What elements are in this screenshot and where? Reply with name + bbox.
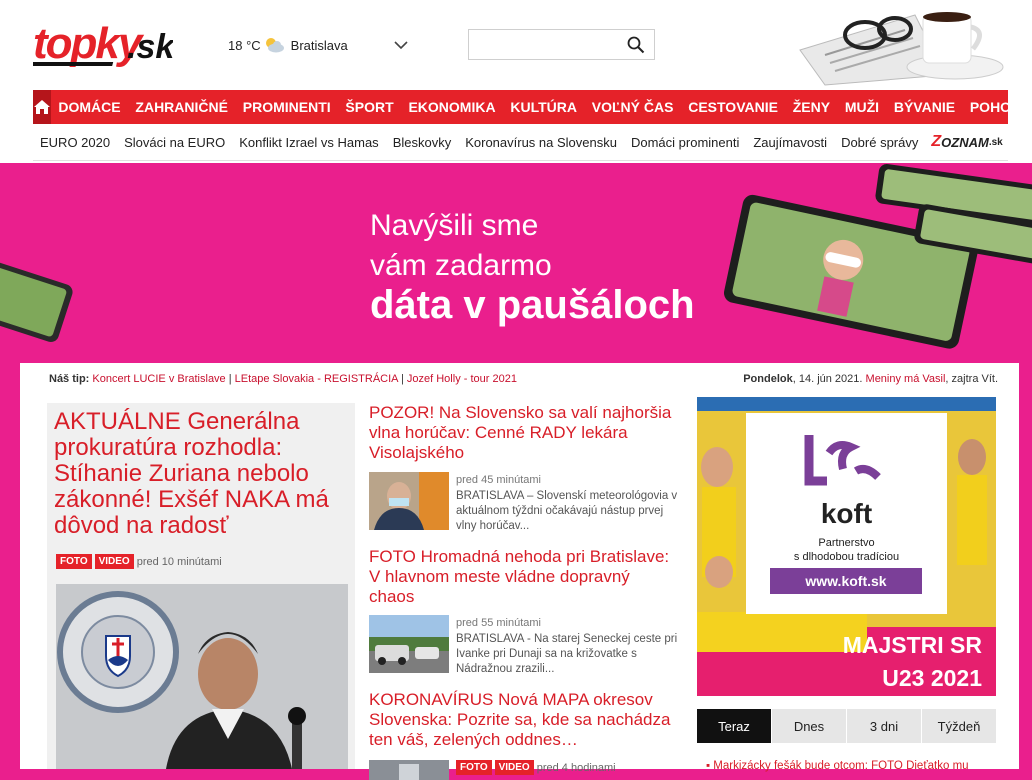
partly-cloudy-icon	[265, 38, 284, 53]
nav-item-zeny[interactable]: ŽENY	[785, 99, 837, 115]
zoznam-logo[interactable]: Z OZNAM .sk	[931, 133, 1002, 151]
banner-line-1: Navýšili sme	[370, 209, 539, 242]
nav-item-prominenti[interactable]: PROMINENTI	[235, 99, 338, 115]
article-meta: FOTO VIDEO pred 4 hodinami	[456, 760, 616, 775]
nav-item-sport[interactable]: ŠPORT	[338, 99, 401, 115]
home-button[interactable]	[33, 90, 51, 124]
promo-banner[interactable]: Navýšili sme vám zadarmo dáta v paušáloc…	[0, 163, 1032, 373]
subnav-item-dobre-spravy[interactable]: Dobré správy	[834, 135, 925, 150]
article-item[interactable]: FOTO Hromadná nehoda pri Bratislave: V h…	[369, 547, 679, 675]
date-day: Pondelok	[743, 373, 793, 385]
lead-article-title[interactable]: AKTUÁLNE Generálna prokuratúra rozhodla:…	[54, 409, 350, 539]
tab-3-dni[interactable]: 3 dni	[846, 709, 921, 743]
search-input[interactable]	[469, 30, 631, 58]
weather-city: Bratislava	[290, 37, 348, 53]
home-icon	[34, 100, 50, 114]
name-day-link[interactable]: Meniny má Vasil	[866, 373, 946, 385]
tip-link[interactable]: LEtape Slovakia - REGISTRÁCIA	[235, 373, 398, 385]
tag-video: VIDEO	[494, 760, 534, 775]
search-icon[interactable]	[627, 36, 645, 54]
ad-tagline-1: Partnerstvo	[818, 537, 875, 549]
main-navigation: DOMÁCE ZAHRANIČNÉ PROMINENTI ŠPORT EKONO…	[33, 90, 1032, 124]
tip-bar: Náš tip: Koncert LUCIE v Bratislave | LE…	[49, 373, 517, 385]
subnav-item-slovaci-na-euro[interactable]: Slováci na EURO	[117, 135, 232, 150]
nav-item-domace[interactable]: DOMÁCE	[51, 99, 128, 115]
banner-line-2: vám zadarmo	[370, 249, 552, 282]
article-snippet: BRATISLAVA - Na starej Seneckej ceste pr…	[456, 633, 678, 675]
article-thumbnail[interactable]	[369, 760, 449, 780]
article-snippet: BRATISLAVA – Slovenskí meteorológovia v …	[456, 490, 678, 532]
date-bar: Pondelok, 14. jún 2021. Meniny má Vasil,…	[743, 373, 998, 385]
subnav-item-koronavirus[interactable]: Koronavírus na Slovensku	[458, 135, 624, 150]
popular-tabs: Teraz Dnes 3 dni Týždeň	[697, 709, 996, 743]
article-thumbnail[interactable]	[369, 615, 449, 673]
article-item[interactable]: POZOR! Na Slovensko sa valí najhoršia vl…	[369, 403, 679, 532]
tag-video: VIDEO	[94, 554, 134, 569]
article-title[interactable]: FOTO Hromadná nehoda pri Bratislave: V h…	[369, 547, 679, 607]
chevron-down-icon[interactable]	[394, 40, 408, 50]
koft-advertisement[interactable]: koft Partnerstvo s dlhodobou tradíciou w…	[697, 397, 996, 696]
date-value: , 14. jún 2021.	[792, 373, 863, 385]
popular-item-title[interactable]: Markizácky fešák bude otcom: FOTO Dieťat…	[713, 760, 968, 772]
nav-item-volny-cas[interactable]: VOĽNÝ ČAS	[584, 99, 680, 115]
site-header: topky .sk 18 °C Bratislava DOMÁCE ZAHRAN…	[0, 0, 1032, 163]
banner-line-3: dáta v paušáloch	[370, 283, 695, 327]
site-logo[interactable]: topky .sk	[33, 18, 173, 72]
weather-widget[interactable]: 18 °C Bratislava	[228, 37, 408, 53]
article-time: pred 10 minútami	[136, 555, 222, 568]
nav-item-ekonomika[interactable]: EKONOMIKA	[401, 99, 503, 115]
tip-link[interactable]: Koncert LUCIE v Bratislave	[92, 373, 225, 385]
ad-promo-line-2: U23 2021	[882, 665, 982, 691]
tag-foto: FOTO	[56, 554, 92, 569]
ad-card: koft Partnerstvo s dlhodobou tradíciou w…	[746, 413, 947, 614]
tip-link[interactable]: Jozef Holly - tour 2021	[407, 373, 517, 385]
tab-tyzden[interactable]: Týždeň	[921, 709, 996, 743]
ad-tagline-2: s dlhodobou tradíciou	[793, 551, 900, 563]
main-content: Náš tip: Koncert LUCIE v Bratislave | LE…	[20, 363, 1019, 780]
lead-article[interactable]: AKTUÁLNE Generálna prokuratúra rozhodla:…	[47, 403, 355, 769]
tag-foto: FOTO	[456, 760, 492, 775]
tab-dnes[interactable]: Dnes	[771, 709, 846, 743]
lead-article-meta: FOTO VIDEO pred 10 minútami	[56, 554, 222, 569]
newspaper-coffee-illustration	[799, 12, 1004, 86]
tip-label: Náš tip:	[49, 373, 90, 385]
sub-navigation: EURO 2020 Slováci na EURO Konflikt Izrae…	[33, 124, 1008, 161]
article-thumbnail[interactable]	[369, 472, 449, 530]
subnav-item-domaci-prominenti[interactable]: Domáci prominenti	[624, 135, 746, 150]
ad-promo-line-1: MAJSTRI SR	[842, 632, 982, 658]
article-time: pred 4 hodinami	[536, 761, 616, 774]
article-item[interactable]: KORONAVÍRUS Nová MAPA okresov Slovenska:…	[369, 690, 679, 780]
nav-item-byvanie[interactable]: BÝVANIE	[886, 99, 962, 115]
subnav-item-bleskovky[interactable]: Bleskovky	[386, 135, 459, 150]
search-box[interactable]	[468, 29, 655, 60]
article-time: pred 55 minútami	[456, 617, 541, 629]
name-day-tomorrow: , zajtra Vít.	[945, 373, 998, 385]
ad-url-button[interactable]: www.koft.sk	[770, 568, 922, 594]
nav-item-zahranicne[interactable]: ZAHRANIČNÉ	[128, 99, 235, 115]
lead-article-photo[interactable]	[56, 584, 348, 769]
subnav-item-zaujimavosti[interactable]: Zaujímavosti	[746, 135, 834, 150]
nav-item-muzi[interactable]: MUŽI	[837, 99, 886, 115]
subnav-item-euro-2020[interactable]: EURO 2020	[33, 135, 117, 150]
ad-promo: MAJSTRI SR U23 2021	[843, 629, 982, 695]
nav-item-kultura[interactable]: KULTÚRA	[503, 99, 584, 115]
article-title[interactable]: POZOR! Na Slovensko sa valí najhoršia vl…	[369, 403, 679, 463]
article-title[interactable]: KORONAVÍRUS Nová MAPA okresov Slovenska:…	[369, 690, 679, 750]
popular-list-item[interactable]: ▪ Markizácky fešák bude otcom: FOTO Dieť…	[706, 760, 996, 772]
svg-text:.sk: .sk	[127, 28, 173, 66]
nav-item-pohodo[interactable]: POHODO	[962, 99, 1032, 115]
subnav-item-konflikt[interactable]: Konflikt Izrael vs Hamas	[232, 135, 385, 150]
tab-teraz[interactable]: Teraz	[697, 709, 771, 743]
ad-brand: koft	[820, 498, 873, 529]
nav-item-cestovanie[interactable]: CESTOVANIE	[681, 99, 786, 115]
weather-temperature: 18 °C	[228, 37, 261, 53]
article-time: pred 45 minútami	[456, 474, 541, 486]
